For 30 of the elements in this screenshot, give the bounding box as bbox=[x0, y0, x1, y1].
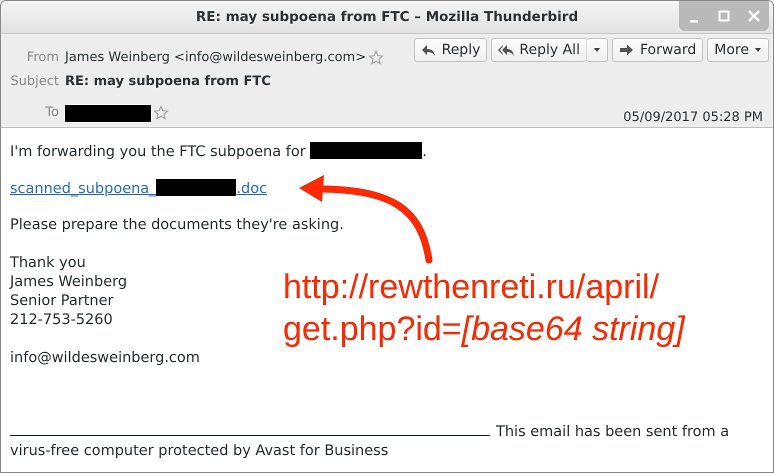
footer-text: This email has been sent from a virus-free computer protected by Avast for Business bbox=[10, 423, 730, 461]
caret-icon bbox=[592, 47, 601, 53]
forward-icon bbox=[618, 43, 635, 57]
field-label: Subject bbox=[9, 73, 59, 92]
body-text: Please prepare the documents they're asking. bbox=[10, 217, 344, 233]
star-icon[interactable] bbox=[153, 105, 169, 121]
signature-email: info@wildesweinberg.com bbox=[10, 350, 200, 366]
signature-line: James Weinberg bbox=[10, 274, 128, 290]
annotation-text: get.php?id=[base64 string] bbox=[283, 309, 685, 350]
sender-name[interactable]: James Weinberg <info@wildesweinberg.com> bbox=[65, 48, 366, 68]
signature-line: 212-753-5260 bbox=[10, 312, 113, 328]
caret-icon bbox=[754, 47, 762, 53]
forward-button[interactable]: Forward bbox=[612, 38, 704, 62]
message-date: 05/09/2017 05:28 PM bbox=[623, 109, 763, 127]
body-text: I'm forwarding you the FTC subpoena for bbox=[10, 144, 306, 160]
signature-line: Senior Partner bbox=[10, 293, 114, 309]
signature-line: Thank you bbox=[10, 255, 86, 271]
reply-all-icon bbox=[498, 43, 514, 57]
field-label: From bbox=[26, 49, 59, 68]
body-text: . bbox=[422, 144, 427, 160]
window-title: RE: may subpoena from FTC – Mozilla Thunderbird bbox=[196, 8, 578, 27]
reply-icon bbox=[420, 43, 437, 57]
dropdown-button[interactable] bbox=[586, 38, 608, 62]
more-menu-button[interactable]: More bbox=[707, 38, 769, 62]
star-icon[interactable] bbox=[368, 50, 384, 66]
annotation-text: http://rewthenreti.ru/april/ bbox=[283, 267, 660, 308]
field-label: To bbox=[44, 104, 59, 122]
reply-all-button[interactable]: Reply All bbox=[491, 38, 587, 62]
subject-text: RE: may subpoena from FTC bbox=[65, 73, 271, 92]
reply-button[interactable]: Reply bbox=[414, 38, 488, 62]
